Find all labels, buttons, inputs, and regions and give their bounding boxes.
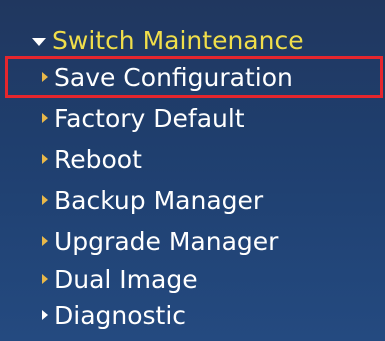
menu-item-label: Factory Default <box>54 103 245 133</box>
arrow-right-icon <box>42 274 48 284</box>
menu-item-label: Diagnostic <box>54 300 187 330</box>
arrow-right-icon <box>42 72 48 82</box>
menu-item-upgrade-manager[interactable]: Upgrade Manager <box>42 223 278 259</box>
switch-maintenance-section[interactable]: Switch Maintenance <box>32 22 304 58</box>
menu-item-backup-manager[interactable]: Backup Manager <box>42 182 263 218</box>
menu-item-diagnostic[interactable]: Diagnostic <box>42 297 186 333</box>
menu-item-label: Dual Image <box>54 264 198 294</box>
menu-item-label: Upgrade Manager <box>54 226 279 256</box>
arrow-right-icon <box>42 195 48 205</box>
menu-item-factory-default[interactable]: Factory Default <box>42 100 245 136</box>
menu-item-label: Backup Manager <box>54 185 264 215</box>
arrow-right-icon <box>42 310 48 320</box>
menu-item-label: Reboot <box>54 144 142 174</box>
menu-item-save-configuration[interactable]: Save Configuration <box>42 59 293 95</box>
navigation-panel: Switch Maintenance Save Configuration Fa… <box>0 0 385 341</box>
section-title: Switch Maintenance <box>52 25 304 55</box>
menu-item-label: Save Configuration <box>54 62 293 92</box>
arrow-right-icon <box>42 236 48 246</box>
caret-down-icon <box>32 37 46 46</box>
menu-item-reboot[interactable]: Reboot <box>42 141 142 177</box>
arrow-right-icon <box>42 154 48 164</box>
arrow-right-icon <box>42 113 48 123</box>
menu-item-dual-image[interactable]: Dual Image <box>42 261 198 297</box>
